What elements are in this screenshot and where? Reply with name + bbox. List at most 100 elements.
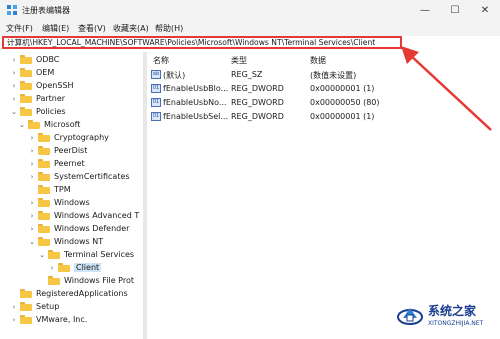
tree-item-label: Windows NT bbox=[54, 237, 104, 246]
tree-item-windows-file-prot[interactable]: Windows File Prot bbox=[38, 274, 134, 287]
menu-favorites[interactable]: 收藏夹(A) bbox=[113, 23, 149, 34]
maximize-button[interactable]: ☐ bbox=[440, 0, 470, 20]
tree-item-registeredapplications[interactable]: RegisteredApplications bbox=[10, 287, 128, 300]
chevron-right-icon[interactable]: › bbox=[28, 212, 36, 220]
title-bar: 注册表编辑器 — ☐ ✕ bbox=[0, 0, 500, 20]
tree-item-label: Policies bbox=[36, 107, 66, 116]
chevron-right-icon[interactable]: › bbox=[28, 147, 36, 155]
string-value-icon: ab bbox=[151, 70, 161, 79]
tree-item-oem[interactable]: › OEM bbox=[10, 66, 54, 79]
tree-item-client[interactable]: › Client bbox=[48, 261, 102, 274]
chevron-right-icon[interactable]: › bbox=[28, 173, 36, 181]
folder-icon bbox=[38, 211, 50, 220]
folder-icon bbox=[38, 172, 50, 181]
tree-item-windows[interactable]: › Windows bbox=[28, 196, 90, 209]
tree-item-label: Windows bbox=[54, 198, 90, 207]
key-tree[interactable]: › ODBC › OEM › OpenSSH › Partner ⌄ Policies ⌄… bbox=[0, 52, 143, 339]
tree-item-label: PeerDist bbox=[54, 146, 88, 155]
value-data: 0x00000001 (1) bbox=[310, 112, 375, 121]
tree-item-cryptography[interactable]: › Cryptography bbox=[28, 131, 109, 144]
value-name: (默认) bbox=[163, 71, 186, 80]
column-header-data[interactable]: 数据 bbox=[310, 55, 326, 66]
menu-bar: 文件(F) 编辑(E) 查看(V) 收藏夹(A) 帮助(H) bbox=[0, 20, 500, 36]
tree-item-windows-defender[interactable]: › Windows Defender bbox=[28, 222, 129, 235]
tree-item-label: OEM bbox=[36, 68, 55, 77]
tree-item-terminal-services[interactable]: ⌄ Terminal Services bbox=[38, 248, 134, 261]
folder-icon bbox=[58, 263, 70, 272]
chevron-down-icon[interactable]: ⌄ bbox=[10, 108, 18, 116]
site-logo-icon bbox=[397, 308, 423, 325]
watermark: 系统之家 XITONGZHIJIA.NET bbox=[395, 296, 500, 339]
chevron-right-icon[interactable]: › bbox=[10, 56, 18, 64]
folder-icon bbox=[20, 289, 32, 298]
tree-item-tpm[interactable]: TPM bbox=[28, 183, 71, 196]
tree-item-label: Setup bbox=[36, 302, 60, 311]
tree-scrollbar[interactable] bbox=[143, 52, 147, 339]
folder-icon bbox=[38, 198, 50, 207]
tree-item-label: Windows Defender bbox=[54, 224, 130, 233]
watermark-url: XITONGZHIJIA.NET bbox=[428, 320, 484, 327]
menu-edit[interactable]: 编辑(E) bbox=[42, 23, 69, 34]
chevron-right-icon[interactable]: › bbox=[28, 199, 36, 207]
folder-icon bbox=[38, 146, 50, 155]
tree-item-peernet[interactable]: › Peernet bbox=[28, 157, 85, 170]
tree-item-setup[interactable]: › Setup bbox=[10, 300, 59, 313]
folder-icon bbox=[48, 250, 60, 259]
address-path: 计算机\HKEY_LOCAL_MACHINE\SOFTWARE\Policies… bbox=[7, 38, 376, 47]
chevron-right-icon[interactable]: › bbox=[48, 264, 56, 272]
value-data: 0x00000001 (1) bbox=[310, 84, 375, 93]
menu-file[interactable]: 文件(F) bbox=[6, 23, 33, 34]
dword-value-icon: 01 bbox=[151, 112, 161, 121]
tree-item-partner[interactable]: › Partner bbox=[10, 92, 65, 105]
menu-help[interactable]: 帮助(H) bbox=[155, 23, 183, 34]
column-header-type[interactable]: 类型 bbox=[231, 55, 247, 66]
chevron-right-icon[interactable]: › bbox=[10, 316, 18, 324]
tree-item-policies[interactable]: ⌄ Policies bbox=[10, 105, 66, 118]
folder-icon bbox=[20, 68, 32, 77]
chevron-down-icon[interactable]: ⌄ bbox=[38, 251, 46, 259]
folder-icon bbox=[20, 302, 32, 311]
chevron-right-icon[interactable]: › bbox=[10, 95, 18, 103]
chevron-right-icon[interactable]: › bbox=[28, 134, 36, 142]
tree-item-label: Client bbox=[74, 263, 102, 272]
folder-icon bbox=[20, 315, 32, 324]
chevron-right-icon[interactable]: › bbox=[28, 160, 36, 168]
tree-item-label: Partner bbox=[36, 94, 66, 103]
chevron-right-icon[interactable]: › bbox=[10, 69, 18, 77]
dword-value-icon: 01 bbox=[151, 84, 161, 93]
tree-item-microsoft[interactable]: ⌄ Microsoft bbox=[18, 118, 80, 131]
chevron-right-icon[interactable]: › bbox=[10, 303, 18, 311]
tree-item-label: Windows Advanced T bbox=[54, 211, 140, 220]
folder-icon bbox=[48, 276, 60, 285]
tree-item-label: Terminal Services bbox=[64, 250, 135, 259]
column-header-name[interactable]: 名称 bbox=[153, 55, 169, 66]
value-data: 0x00000050 (80) bbox=[310, 98, 380, 107]
tree-item-odbc[interactable]: › ODBC bbox=[10, 53, 59, 66]
tree-item-openssh[interactable]: › OpenSSH bbox=[10, 79, 74, 92]
chevron-right-icon[interactable]: › bbox=[10, 82, 18, 90]
close-button[interactable]: ✕ bbox=[470, 0, 500, 20]
address-bar[interactable]: 计算机\HKEY_LOCAL_MACHINE\SOFTWARE\Policies… bbox=[2, 36, 402, 49]
window-title: 注册表编辑器 bbox=[22, 6, 70, 15]
tree-item-windows-nt[interactable]: ⌄ Windows NT bbox=[28, 235, 103, 248]
tree-item-label: VMware, Inc. bbox=[36, 315, 88, 324]
chevron-down-icon[interactable]: ⌄ bbox=[18, 121, 26, 129]
value-type: REG_DWORD bbox=[231, 98, 284, 107]
menu-view[interactable]: 查看(V) bbox=[78, 23, 106, 34]
folder-icon bbox=[38, 224, 50, 233]
folder-icon bbox=[20, 55, 32, 64]
tree-item-label: OpenSSH bbox=[36, 81, 74, 90]
minimize-button[interactable]: — bbox=[410, 0, 440, 20]
chevron-down-icon[interactable]: ⌄ bbox=[28, 238, 36, 246]
value-type: REG_DWORD bbox=[231, 112, 284, 121]
tree-item-peerdist[interactable]: › PeerDist bbox=[28, 144, 87, 157]
chevron-right-icon[interactable]: › bbox=[28, 225, 36, 233]
tree-item-vmware[interactable]: › VMware, Inc. bbox=[10, 313, 87, 326]
value-name: fEnableUsbNo... bbox=[163, 98, 227, 107]
folder-icon bbox=[20, 94, 32, 103]
tree-item-systemcertificates[interactable]: › SystemCertificates bbox=[28, 170, 130, 183]
tree-item-windows-advanced[interactable]: › Windows Advanced T bbox=[28, 209, 139, 222]
value-name: fEnableUsbSel... bbox=[163, 112, 229, 121]
value-name: fEnableUsbBlo... bbox=[163, 84, 229, 93]
tree-item-label: SystemCertificates bbox=[54, 172, 130, 181]
